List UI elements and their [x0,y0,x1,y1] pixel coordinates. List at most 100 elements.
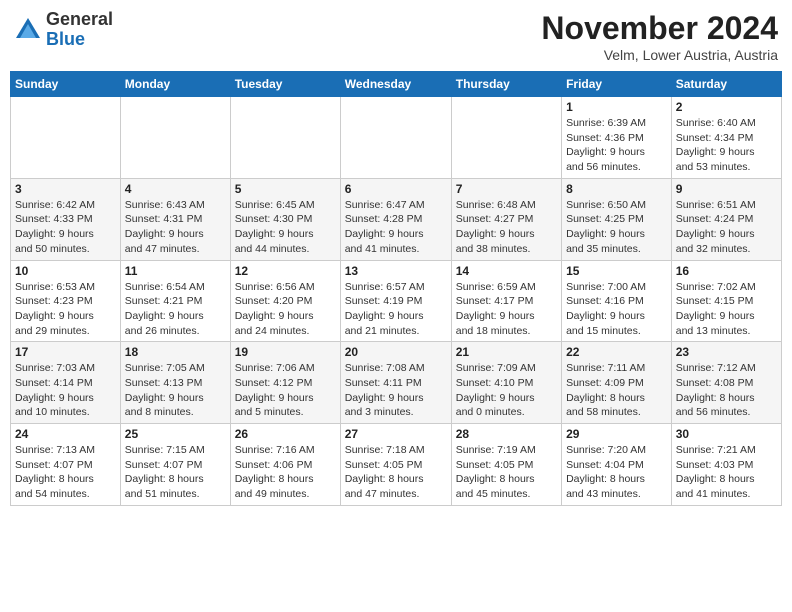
calendar-cell: 18 Sunrise: 7:05 AMSunset: 4:13 PMDayligh… [120,342,230,424]
day-number: 21 [456,345,557,359]
weekday-header-friday: Friday [562,72,672,97]
day-info: Sunrise: 7:06 AMSunset: 4:12 PMDaylight:… [235,361,336,420]
calendar-cell [11,97,121,179]
day-number: 24 [15,427,116,441]
page-header: General Blue November 2024 Velm, Lower A… [10,10,782,63]
calendar-cell: 6 Sunrise: 6:47 AMSunset: 4:28 PMDaylight… [340,178,451,260]
day-info: Sunrise: 7:12 AMSunset: 4:08 PMDaylight:… [676,361,777,420]
calendar-cell: 7 Sunrise: 6:48 AMSunset: 4:27 PMDaylight… [451,178,561,260]
day-info: Sunrise: 6:51 AMSunset: 4:24 PMDaylight:… [676,198,777,257]
calendar-cell: 28 Sunrise: 7:19 AMSunset: 4:05 PMDayligh… [451,424,561,506]
day-number: 27 [345,427,447,441]
calendar-cell: 5 Sunrise: 6:45 AMSunset: 4:30 PMDaylight… [230,178,340,260]
day-info: Sunrise: 7:21 AMSunset: 4:03 PMDaylight:… [676,443,777,502]
logo-blue: Blue [46,29,85,49]
day-number: 25 [125,427,226,441]
calendar-week-3: 10 Sunrise: 6:53 AMSunset: 4:23 PMDayligh… [11,260,782,342]
day-number: 11 [125,264,226,278]
day-info: Sunrise: 6:43 AMSunset: 4:31 PMDaylight:… [125,198,226,257]
day-info: Sunrise: 6:47 AMSunset: 4:28 PMDaylight:… [345,198,447,257]
day-info: Sunrise: 6:53 AMSunset: 4:23 PMDaylight:… [15,280,116,339]
day-number: 22 [566,345,667,359]
calendar-body: 1 Sunrise: 6:39 AMSunset: 4:36 PMDaylight… [11,97,782,506]
calendar-cell: 19 Sunrise: 7:06 AMSunset: 4:12 PMDayligh… [230,342,340,424]
weekday-header-monday: Monday [120,72,230,97]
day-info: Sunrise: 6:54 AMSunset: 4:21 PMDaylight:… [125,280,226,339]
day-number: 30 [676,427,777,441]
day-info: Sunrise: 7:09 AMSunset: 4:10 PMDaylight:… [456,361,557,420]
day-number: 5 [235,182,336,196]
weekday-row: SundayMondayTuesdayWednesdayThursdayFrid… [11,72,782,97]
day-info: Sunrise: 6:50 AMSunset: 4:25 PMDaylight:… [566,198,667,257]
day-number: 19 [235,345,336,359]
calendar-cell: 10 Sunrise: 6:53 AMSunset: 4:23 PMDayligh… [11,260,121,342]
calendar-cell [451,97,561,179]
day-info: Sunrise: 6:56 AMSunset: 4:20 PMDaylight:… [235,280,336,339]
calendar-cell: 9 Sunrise: 6:51 AMSunset: 4:24 PMDaylight… [671,178,781,260]
weekday-header-wednesday: Wednesday [340,72,451,97]
day-info: Sunrise: 7:19 AMSunset: 4:05 PMDaylight:… [456,443,557,502]
day-number: 14 [456,264,557,278]
day-info: Sunrise: 6:59 AMSunset: 4:17 PMDaylight:… [456,280,557,339]
day-number: 18 [125,345,226,359]
day-number: 12 [235,264,336,278]
day-number: 15 [566,264,667,278]
day-info: Sunrise: 6:48 AMSunset: 4:27 PMDaylight:… [456,198,557,257]
day-number: 2 [676,100,777,114]
day-info: Sunrise: 6:39 AMSunset: 4:36 PMDaylight:… [566,116,667,175]
calendar-week-2: 3Sunrise: 6:42 AMSunset: 4:33 PMDaylight… [11,178,782,260]
calendar-cell: 2Sunrise: 6:40 AMSunset: 4:34 PMDaylight… [671,97,781,179]
calendar-cell: 13Sunrise: 6:57 AMSunset: 4:19 PMDayligh… [340,260,451,342]
calendar-cell: 17 Sunrise: 7:03 AMSunset: 4:14 PMDayligh… [11,342,121,424]
day-number: 6 [345,182,447,196]
day-number: 29 [566,427,667,441]
day-number: 20 [345,345,447,359]
day-info: Sunrise: 7:03 AMSunset: 4:14 PMDaylight:… [15,361,116,420]
day-info: Sunrise: 7:16 AMSunset: 4:06 PMDaylight:… [235,443,336,502]
calendar-cell: 8 Sunrise: 6:50 AMSunset: 4:25 PMDaylight… [562,178,672,260]
weekday-header-saturday: Saturday [671,72,781,97]
day-info: Sunrise: 7:05 AMSunset: 4:13 PMDaylight:… [125,361,226,420]
calendar-cell: 16 Sunrise: 7:02 AMSunset: 4:15 PMDayligh… [671,260,781,342]
calendar-cell: 14 Sunrise: 6:59 AMSunset: 4:17 PMDayligh… [451,260,561,342]
day-number: 17 [15,345,116,359]
day-number: 10 [15,264,116,278]
calendar-cell: 1 Sunrise: 6:39 AMSunset: 4:36 PMDaylight… [562,97,672,179]
calendar-cell: 12 Sunrise: 6:56 AMSunset: 4:20 PMDayligh… [230,260,340,342]
weekday-header-sunday: Sunday [11,72,121,97]
calendar-cell: 20Sunrise: 7:08 AMSunset: 4:11 PMDayligh… [340,342,451,424]
month-title: November 2024 [541,10,778,47]
day-number: 7 [456,182,557,196]
calendar-cell: 30 Sunrise: 7:21 AMSunset: 4:03 PMDayligh… [671,424,781,506]
day-number: 26 [235,427,336,441]
day-info: Sunrise: 7:11 AMSunset: 4:09 PMDaylight:… [566,361,667,420]
day-info: Sunrise: 7:00 AMSunset: 4:16 PMDaylight:… [566,280,667,339]
calendar-cell: 4Sunrise: 6:43 AMSunset: 4:31 PMDaylight… [120,178,230,260]
calendar-cell: 26 Sunrise: 7:16 AMSunset: 4:06 PMDayligh… [230,424,340,506]
calendar-cell: 21 Sunrise: 7:09 AMSunset: 4:10 PMDayligh… [451,342,561,424]
calendar-cell [120,97,230,179]
day-info: Sunrise: 7:02 AMSunset: 4:15 PMDaylight:… [676,280,777,339]
day-number: 9 [676,182,777,196]
calendar-cell: 3Sunrise: 6:42 AMSunset: 4:33 PMDaylight… [11,178,121,260]
day-number: 3 [15,182,116,196]
day-info: Sunrise: 6:45 AMSunset: 4:30 PMDaylight:… [235,198,336,257]
calendar-cell: 22 Sunrise: 7:11 AMSunset: 4:09 PMDayligh… [562,342,672,424]
calendar-header: SundayMondayTuesdayWednesdayThursdayFrid… [11,72,782,97]
logo-general: General [46,9,113,29]
day-info: Sunrise: 7:20 AMSunset: 4:04 PMDaylight:… [566,443,667,502]
calendar-cell: 11 Sunrise: 6:54 AMSunset: 4:21 PMDayligh… [120,260,230,342]
calendar: SundayMondayTuesdayWednesdayThursdayFrid… [10,71,782,506]
day-info: Sunrise: 7:18 AMSunset: 4:05 PMDaylight:… [345,443,447,502]
title-block: November 2024 Velm, Lower Austria, Austr… [541,10,778,63]
weekday-header-thursday: Thursday [451,72,561,97]
day-number: 28 [456,427,557,441]
day-info: Sunrise: 7:15 AMSunset: 4:07 PMDaylight:… [125,443,226,502]
day-number: 1 [566,100,667,114]
location: Velm, Lower Austria, Austria [541,47,778,63]
calendar-cell: 25 Sunrise: 7:15 AMSunset: 4:07 PMDayligh… [120,424,230,506]
calendar-cell: 15 Sunrise: 7:00 AMSunset: 4:16 PMDayligh… [562,260,672,342]
day-number: 16 [676,264,777,278]
day-number: 8 [566,182,667,196]
calendar-cell: 29 Sunrise: 7:20 AMSunset: 4:04 PMDayligh… [562,424,672,506]
